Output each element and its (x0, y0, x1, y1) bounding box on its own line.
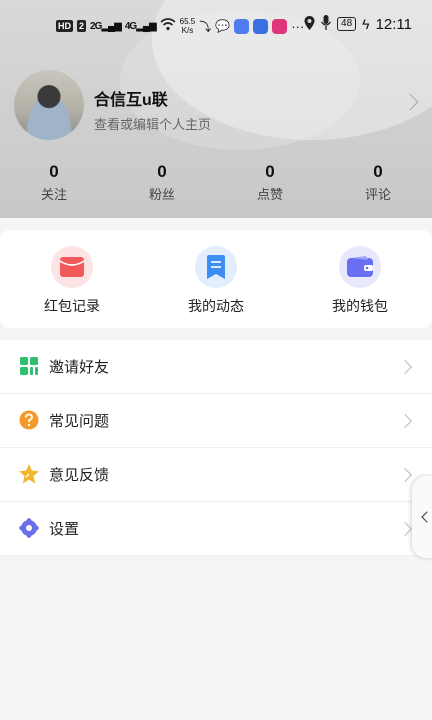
menu-item-label: 邀请好友 (49, 359, 110, 376)
quick-action-red-envelope[interactable]: 红包记录 (0, 230, 144, 328)
wifi-icon (160, 18, 176, 34)
profile-header: HD 2 2G▂▄▆ 4G▂▄▆ 65.5 K/s ⤵ 💬 ··· 48 ϟ 1… (0, 0, 432, 218)
signal-icon: 2G▂▄▆ (90, 20, 122, 32)
gear-icon (18, 517, 40, 539)
avatar[interactable] (14, 70, 84, 140)
quick-action-label: 红包记录 (44, 298, 100, 314)
profile-summary[interactable]: 合信互u联 查看或编辑个人主页 (14, 70, 419, 140)
menu-item-label: 意见反馈 (49, 467, 110, 484)
stat-label: 粉丝 (148, 187, 175, 202)
chevron-right-icon (397, 521, 413, 537)
battery-indicator: 48 (337, 17, 357, 31)
menu-item-faq[interactable]: 常见问题 (0, 394, 432, 448)
status-bar: HD 2 2G▂▄▆ 4G▂▄▆ 65.5 K/s ⤵ 💬 ··· 48 ϟ 1… (0, 0, 432, 52)
red-envelope-icon (51, 246, 93, 288)
chevron-left-icon (421, 511, 432, 523)
stat-label: 点赞 (256, 187, 283, 202)
location-icon (304, 15, 315, 33)
wechat-icon: 💬 (215, 19, 231, 33)
stat-likes[interactable]: 0 点赞 (216, 162, 324, 206)
menu-item-settings[interactable]: 设置 (0, 502, 432, 556)
menu-item-label: 设置 (49, 521, 80, 538)
question-icon (18, 409, 40, 431)
settings-menu-list: 邀请好友 常见问题 意见反馈 设置 (0, 340, 432, 556)
side-drawer-handle[interactable] (412, 476, 432, 558)
quick-action-moments[interactable]: 我的动态 (144, 230, 288, 328)
chevron-right-icon (401, 93, 419, 111)
sim-badge: 2 (77, 20, 87, 32)
username: 合信互u联 (94, 92, 168, 109)
profile-edit-hint: 查看或编辑个人主页 (94, 117, 212, 132)
note-icon (195, 246, 237, 288)
charging-icon: ϟ (362, 16, 370, 32)
invite-grid-icon (18, 355, 40, 377)
app-notification-icon (234, 18, 250, 34)
stat-value: 0 (265, 162, 275, 181)
more-notifications-icon: ··· (291, 18, 305, 34)
app-notification-icon (272, 18, 288, 34)
stat-value: 0 (373, 162, 383, 181)
app-notification-icon (253, 18, 269, 34)
stat-following[interactable]: 0 关注 (0, 162, 108, 206)
stat-comments[interactable]: 0 评论 (324, 162, 432, 206)
chevron-right-icon (397, 413, 413, 429)
menu-item-invite-friends[interactable]: 邀请好友 (0, 340, 432, 394)
clock: 12:11 (375, 15, 412, 33)
net-speed: 65.5 K/s (179, 17, 196, 35)
chevron-right-icon (397, 467, 413, 483)
stat-label: 评论 (364, 187, 391, 202)
microphone-icon (320, 15, 332, 33)
stat-value: 0 (49, 162, 59, 181)
star-feedback-icon (18, 463, 40, 485)
stats-row: 0 关注 0 粉丝 0 点赞 0 评论 (0, 162, 432, 206)
hd-badge: HD (56, 20, 73, 32)
quick-action-label: 我的钱包 (332, 298, 388, 314)
stat-value: 0 (157, 162, 167, 181)
chevron-right-icon (397, 359, 413, 375)
menu-item-label: 常见问题 (49, 413, 110, 430)
stat-label: 关注 (40, 187, 67, 202)
menu-item-feedback[interactable]: 意见反馈 (0, 448, 432, 502)
stat-fans[interactable]: 0 粉丝 (108, 162, 216, 206)
quick-actions-card: 红包记录 我的动态 我的钱包 (0, 230, 432, 328)
missed-call-icon: ⤵ (199, 19, 212, 34)
signal-icon: 4G▂▄▆ (124, 20, 157, 32)
quick-action-wallet[interactable]: 我的钱包 (288, 230, 432, 328)
quick-action-label: 我的动态 (188, 298, 244, 314)
wallet-icon (339, 246, 381, 288)
